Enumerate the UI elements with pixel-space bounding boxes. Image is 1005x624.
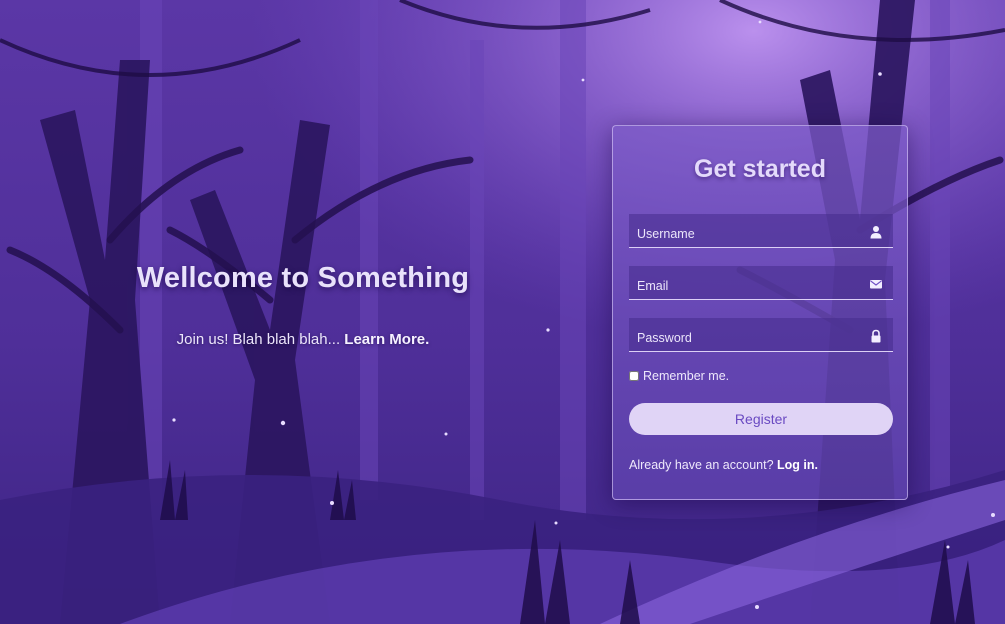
password-input[interactable] — [629, 318, 893, 351]
remember-me-row[interactable]: Remember me. — [629, 369, 729, 383]
log-in-link[interactable]: Log in. — [777, 458, 818, 472]
learn-more-link[interactable]: Learn More. — [344, 331, 429, 348]
hero-subtitle-text: Join us! Blah blah blah... — [176, 331, 341, 348]
user-icon — [870, 226, 882, 239]
welcome-hero: Wellcome to Something Join us! Blah blah… — [100, 262, 506, 348]
form-title: Get started — [694, 155, 826, 183]
hero-subtitle: Join us! Blah blah blah... Learn More. — [100, 331, 506, 348]
email-input[interactable] — [629, 266, 893, 299]
envelope-icon — [870, 280, 882, 289]
username-input[interactable] — [629, 214, 893, 247]
register-button[interactable]: Register — [629, 403, 893, 435]
remember-me-checkbox[interactable] — [629, 371, 639, 381]
lock-icon — [871, 329, 881, 343]
remember-me-label: Remember me. — [643, 369, 730, 383]
login-prompt-text: Already have an account? — [629, 458, 774, 472]
email-field-wrapper — [629, 266, 893, 300]
hero-title: Wellcome to Something — [136, 262, 470, 294]
username-field-wrapper — [629, 214, 893, 248]
password-field-wrapper — [629, 318, 893, 352]
login-prompt: Already have an account? Log in. — [629, 458, 818, 472]
register-form-card: Get started Remember me. Register Alread… — [612, 125, 908, 500]
